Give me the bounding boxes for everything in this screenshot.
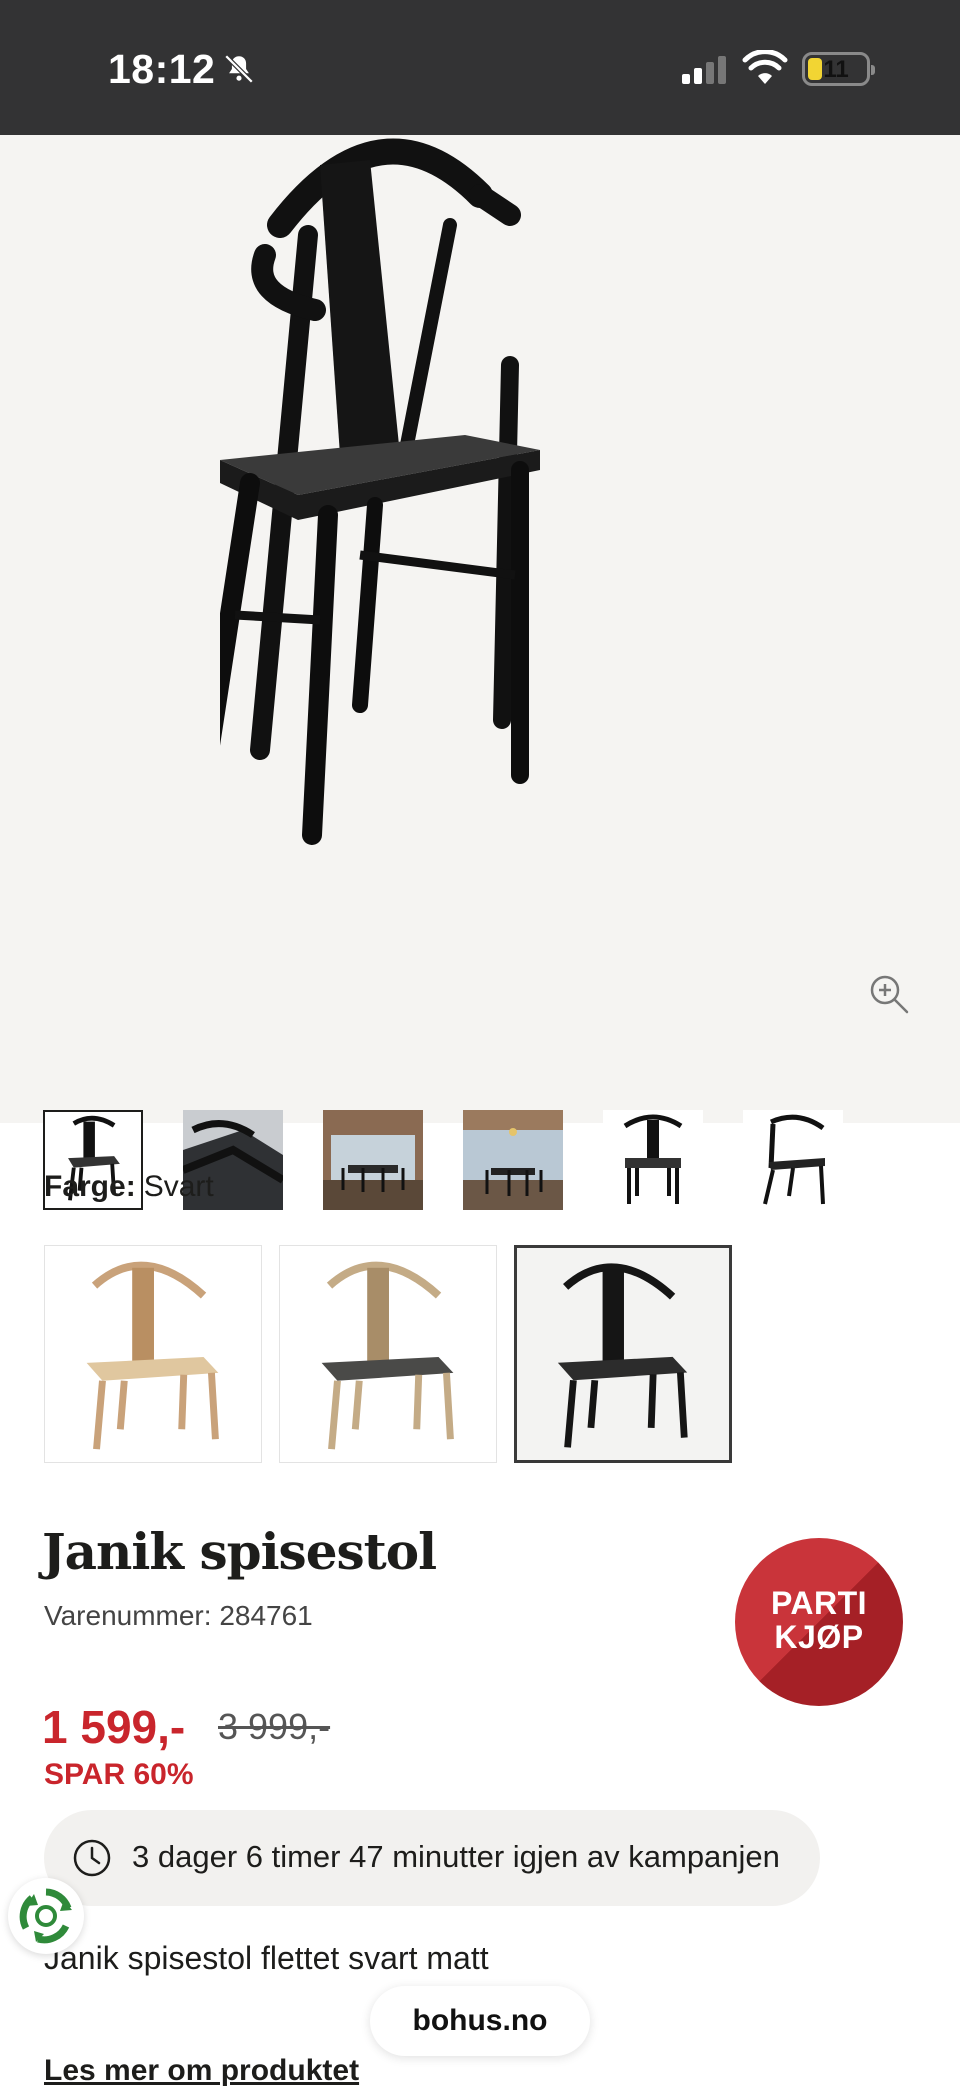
badge-line-1: PARTI (770, 1585, 868, 1621)
chair-natural-icon (86, 1261, 219, 1450)
recycle-icon[interactable] (8, 1878, 84, 1954)
chair-side-thumb (763, 1114, 825, 1205)
product-title: Janik spisestol (42, 1522, 437, 1581)
battery-level: 11 (823, 56, 849, 83)
chair-front-thumb (623, 1114, 683, 1204)
sale-price: 1 599,- (42, 1701, 186, 1753)
color-selector-label: Farge: Svart (44, 1170, 214, 1204)
zoom-in-icon[interactable] (868, 973, 910, 1015)
badge-line-2: KJØP (774, 1619, 864, 1655)
chair-black-icon (557, 1263, 688, 1448)
product-main-image[interactable] (220, 135, 740, 855)
clock-icon (73, 1839, 111, 1877)
dining-view-thumb (463, 1110, 563, 1210)
wifi-icon (742, 50, 788, 84)
product-description: Janik spisestol flettet svart matt (44, 1940, 489, 1976)
site-url-pill[interactable]: bohus.no (370, 1986, 590, 2056)
color-label: Farge: (44, 1170, 136, 1203)
color-variant-natur-gra[interactable] (279, 1245, 497, 1463)
original-price: 3 999,- (218, 1706, 331, 1747)
read-more-link[interactable]: Les mer om produktet (44, 2054, 359, 2086)
color-variant-natur[interactable] (44, 1245, 262, 1463)
status-bar: 18:12 11 (0, 0, 960, 135)
thumbnail-3[interactable] (323, 1110, 423, 1210)
discount-label: SPAR 60% (44, 1758, 194, 1791)
status-time: 18:12 (108, 46, 216, 92)
chair-oak-grey-icon (321, 1261, 454, 1450)
campaign-timer: 3 dager 6 timer 47 minutter igjen av kam… (44, 1810, 820, 1906)
color-variant-svart[interactable] (514, 1245, 732, 1463)
thumbnail-5[interactable] (603, 1110, 703, 1210)
signal-icon (682, 56, 726, 84)
color-value: Svart (143, 1170, 214, 1203)
sku: Varenummer: 284761 (44, 1600, 313, 1631)
thumbnail-4[interactable] (463, 1110, 563, 1210)
thumbnail-6[interactable] (743, 1110, 843, 1210)
battery-icon: 11 (802, 52, 875, 86)
dining-room-thumb (323, 1110, 423, 1210)
campaign-countdown-text: 3 dager 6 timer 47 minutter igjen av kam… (132, 1839, 780, 1874)
bell-slash-icon (224, 54, 254, 84)
product-gallery[interactable] (0, 135, 960, 1210)
parti-kjop-badge: PARTI KJØP (735, 1538, 903, 1706)
